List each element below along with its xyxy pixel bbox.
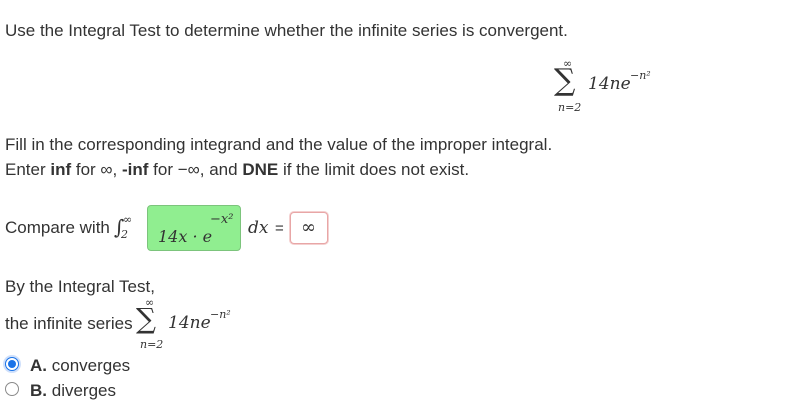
- radio-selected-icon[interactable]: [5, 357, 19, 371]
- series-term: 14ne: [168, 313, 211, 333]
- option-diverges[interactable]: B. diverges: [3, 380, 203, 404]
- entry-hint: Enter inf for ∞, -inf for −∞, and DNE if…: [5, 159, 469, 181]
- option-label: B. diverges: [30, 380, 116, 402]
- series-exponent: −n²: [210, 308, 231, 321]
- option-text: diverges: [51, 381, 116, 400]
- option-letter: B.: [30, 381, 47, 400]
- dx-label: dx: [248, 218, 269, 238]
- hint-text: for ∞,: [71, 160, 122, 179]
- hint-inf: inf: [50, 160, 72, 179]
- integrand-value: 14x · e: [158, 228, 212, 246]
- hint-dne: DNE: [242, 160, 279, 179]
- series-inline: ∞ ∑ n=2 14ne −n²: [136, 297, 246, 355]
- option-converges[interactable]: A. converges: [3, 355, 203, 379]
- series-label: the infinite series: [5, 314, 133, 333]
- question-instruction: Use the Integral Test to determine wheth…: [5, 21, 568, 40]
- option-label: A. converges: [30, 355, 130, 377]
- by-integral-test: By the Integral Test,: [5, 277, 155, 296]
- hint-neg-inf: -inf: [122, 160, 149, 179]
- series-display: ∞ ∑ n=2 14ne −n²: [552, 58, 662, 118]
- compare-label: Compare with: [5, 218, 110, 237]
- fill-in-instruction: Fill in the corresponding integrand and …: [5, 135, 553, 154]
- equals-sign: =: [275, 220, 284, 237]
- series-exponent: −n²: [630, 69, 651, 82]
- radio-unselected-icon[interactable]: [5, 382, 19, 396]
- series-term: 14ne: [588, 74, 631, 94]
- integral-lower-limit: 2: [121, 228, 128, 241]
- series-lower-limit: n=2: [558, 101, 582, 114]
- hint-text: Enter: [5, 160, 51, 179]
- sigma-icon: ∑: [554, 63, 576, 98]
- integral-value: ∞: [301, 217, 316, 238]
- sigma-icon: ∑: [136, 302, 156, 335]
- option-text: converges: [51, 356, 131, 375]
- integrand-input[interactable]: 14x · e −x²: [147, 205, 241, 251]
- option-letter: A.: [30, 356, 47, 375]
- integrand-exponent: −x²: [210, 212, 234, 227]
- integral-upper-limit: ∞: [123, 213, 133, 226]
- hint-text: for −∞, and: [148, 160, 243, 179]
- hint-text: if the limit does not exist.: [278, 160, 470, 179]
- series-lower-limit: n=2: [140, 338, 164, 351]
- integrand-base: 14x · e: [158, 227, 213, 246]
- integral-value-input[interactable]: ∞: [290, 212, 328, 244]
